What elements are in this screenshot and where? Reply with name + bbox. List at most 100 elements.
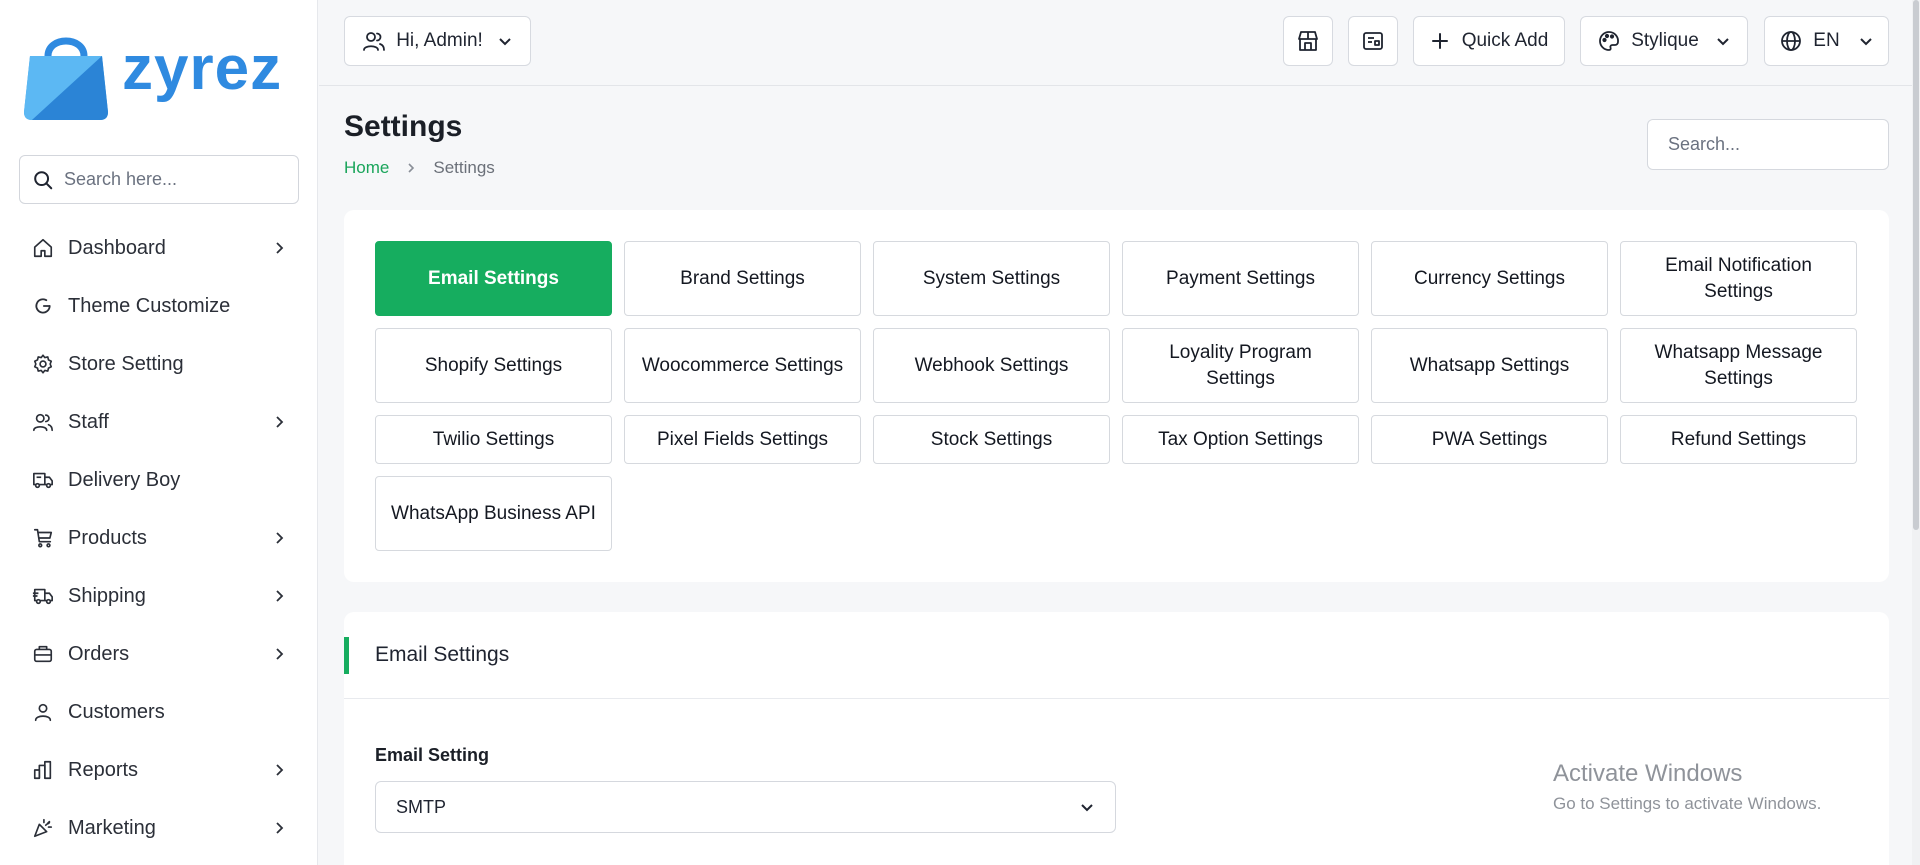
email-setting-select[interactable]: SMTP [375, 781, 1116, 833]
scrollbar-thumb[interactable] [1913, 0, 1919, 530]
cart-icon [32, 527, 54, 549]
tab-whatsapp-business-api[interactable]: WhatsApp Business API [375, 476, 612, 551]
sidebar-item-dashboard[interactable]: Dashboard [0, 219, 318, 277]
sidebar-item-label: Theme Customize [68, 294, 231, 317]
sidebar-item-label: Reports [68, 758, 139, 781]
sidebar-item-label: Shipping [68, 584, 146, 607]
sidebar-item-reports[interactable]: Reports [0, 741, 318, 799]
card-header: Email Settings [344, 612, 1889, 699]
sidebar-search[interactable] [19, 155, 299, 204]
chevron-down-icon [1081, 804, 1093, 812]
tab-pwa-settings[interactable]: PWA Settings [1371, 415, 1608, 464]
tab-twilio-settings[interactable]: Twilio Settings [375, 415, 612, 464]
chevron-right-icon [276, 648, 284, 660]
scrollbar[interactable] [1912, 0, 1920, 865]
shipping-truck-icon [32, 585, 54, 607]
page-title: Settings [344, 110, 463, 143]
theme-selector[interactable]: Stylique [1580, 16, 1748, 66]
theme-name: Stylique [1631, 30, 1699, 51]
user-greeting: Hi, Admin! [396, 30, 483, 51]
briefcase-icon [32, 643, 54, 665]
watermark-title: Activate Windows [1553, 760, 1743, 787]
chevron-right-icon [276, 416, 284, 428]
home-icon [32, 237, 54, 259]
breadcrumb-home-link[interactable]: Home [344, 158, 389, 178]
quick-add-label: Quick Add [1461, 30, 1549, 51]
tab-webhook-settings[interactable]: Webhook Settings [873, 328, 1110, 403]
sidebar-item-customers[interactable]: Customers [0, 683, 318, 741]
chevron-right-icon [408, 163, 415, 173]
tab-stock-settings[interactable]: Stock Settings [873, 415, 1110, 464]
tab-currency-settings[interactable]: Currency Settings [1371, 241, 1608, 316]
tab-email-settings[interactable]: Email Settings [375, 241, 612, 316]
sidebar-item-label: Products [68, 526, 147, 549]
tab-tax-option-settings[interactable]: Tax Option Settings [1122, 415, 1359, 464]
logo[interactable]: zyrez [22, 28, 282, 122]
sidebar-item-label: Store Setting [68, 352, 184, 375]
truck-icon [32, 469, 54, 491]
sidebar-search-input[interactable] [64, 169, 284, 190]
shopping-bag-logo-icon [22, 30, 110, 120]
chevron-right-icon [276, 590, 284, 602]
settings-tabs-grid: Email Settings Brand Settings System Set… [375, 241, 1857, 551]
tab-payment-settings[interactable]: Payment Settings [1122, 241, 1359, 316]
monitor-card-icon [1363, 32, 1383, 50]
tab-shopify-settings[interactable]: Shopify Settings [375, 328, 612, 403]
sidebar-item-products[interactable]: Products [0, 509, 318, 567]
page-search[interactable] [1647, 119, 1889, 170]
chevron-down-icon [1859, 38, 1872, 46]
sidebar-item-theme-customize[interactable]: Theme Customize [0, 277, 318, 335]
plus-icon [1431, 33, 1448, 49]
page-search-input[interactable] [1668, 134, 1868, 155]
sidebar-item-store-setting[interactable]: Store Setting [0, 335, 318, 393]
quick-add-button[interactable]: Quick Add [1413, 16, 1565, 66]
sidebar-item-label: Marketing [68, 816, 156, 839]
sidebar-item-label: Dashboard [68, 236, 166, 259]
tab-loyalty-program-settings[interactable]: Loyality Program Settings [1122, 328, 1359, 403]
tab-email-notification-settings[interactable]: Email Notification Settings [1620, 241, 1857, 316]
bar-chart-icon [32, 759, 54, 781]
chevron-down-icon [1717, 38, 1729, 46]
tab-pixel-fields-settings[interactable]: Pixel Fields Settings [624, 415, 861, 464]
sidebar: zyrez Dashboard Theme Customize Store Se… [0, 0, 318, 865]
user-icon [32, 701, 54, 723]
sidebar-item-marketing[interactable]: Marketing [0, 799, 318, 857]
theme-icon [32, 295, 54, 317]
search-icon [34, 170, 53, 189]
chevron-down-icon [499, 38, 511, 46]
users-icon [32, 411, 54, 433]
chevron-right-icon [276, 242, 284, 254]
sidebar-item-shipping[interactable]: Shipping [0, 567, 318, 625]
breadcrumb: Home Settings [344, 158, 495, 178]
top-bar: Hi, Admin! Quick Add Stylique EN [319, 0, 1920, 86]
store-icon [1298, 31, 1318, 51]
gear-icon [32, 353, 54, 375]
watermark-subtitle: Go to Settings to activate Windows. [1553, 794, 1822, 813]
sidebar-item-label: Staff [68, 410, 109, 433]
sidebar-item-label: Orders [68, 642, 130, 665]
breadcrumb-current: Settings [433, 158, 495, 177]
tab-system-settings[interactable]: System Settings [873, 241, 1110, 316]
tab-whatsapp-message-settings[interactable]: Whatsapp Message Settings [1620, 328, 1857, 403]
users-icon [363, 32, 386, 51]
sidebar-item-delivery-boy[interactable]: Delivery Boy [0, 451, 318, 509]
select-value: SMTP [396, 796, 447, 817]
section-accent-bar [344, 637, 349, 674]
tab-brand-settings[interactable]: Brand Settings [624, 241, 861, 316]
sidebar-item-orders[interactable]: Orders [0, 625, 318, 683]
language-code: EN [1813, 30, 1840, 51]
tab-refund-settings[interactable]: Refund Settings [1620, 415, 1857, 464]
sidebar-item-label: Customers [68, 700, 165, 723]
user-menu-button[interactable]: Hi, Admin! [344, 16, 531, 66]
language-selector[interactable]: EN [1764, 16, 1889, 66]
pos-button[interactable] [1348, 16, 1398, 66]
tab-whatsapp-settings[interactable]: Whatsapp Settings [1371, 328, 1608, 403]
tab-woocommerce-settings[interactable]: Woocommerce Settings [624, 328, 861, 403]
confetti-icon [32, 817, 54, 839]
globe-icon [1781, 31, 1802, 51]
email-setting-label: Email Setting [375, 745, 490, 765]
settings-tabs-card: Email Settings Brand Settings System Set… [344, 210, 1889, 582]
store-button[interactable] [1283, 16, 1333, 66]
windows-activation-watermark: Activate Windows Go to Settings to activ… [1553, 760, 1821, 814]
sidebar-item-staff[interactable]: Staff [0, 393, 318, 451]
